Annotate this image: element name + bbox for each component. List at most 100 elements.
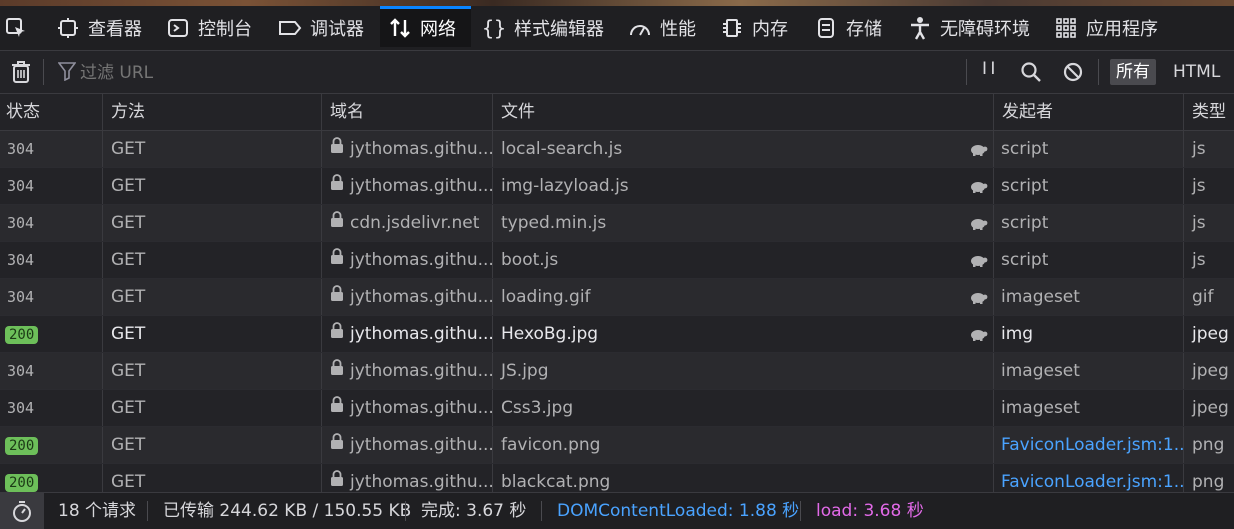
- initiator-cell: script: [994, 205, 1184, 241]
- domain-cell: jythomas.githu...: [322, 390, 493, 426]
- domain-cell: jythomas.githu...: [322, 353, 493, 389]
- domain-text: jythomas.githu...: [350, 324, 493, 344]
- turtle-icon: [968, 289, 988, 310]
- lock-icon: [330, 316, 344, 352]
- file-cell: boot.js: [493, 242, 994, 278]
- column-header-initiator[interactable]: 发起者: [994, 94, 1184, 130]
- tab-application-label: 应用程序: [1086, 19, 1158, 40]
- status-cell: 304: [0, 279, 103, 315]
- domain-text: jythomas.githu...: [350, 139, 493, 159]
- request-row[interactable]: 304 GET cdn.jsdelivr.net typed.min.js script…: [0, 205, 1234, 242]
- domain-text: jythomas.githu...: [350, 287, 493, 307]
- domain-cell: jythomas.githu...: [322, 316, 493, 352]
- column-header-file[interactable]: 文件: [493, 94, 994, 130]
- search-button[interactable]: [1020, 61, 1042, 88]
- lock-icon: [330, 205, 344, 241]
- pause-icon: I I: [982, 59, 995, 79]
- status-cell: 304: [0, 390, 103, 426]
- type-cell: jpeg: [1192, 324, 1229, 344]
- type-cell: gif: [1192, 287, 1214, 307]
- type-cell: js: [1192, 176, 1206, 196]
- file-cell: Css3.jpg: [493, 390, 994, 426]
- method-cell: GET: [103, 427, 322, 463]
- tab-style-editor-label: 样式编辑器: [514, 19, 604, 40]
- tab-performance-label: 性能: [660, 19, 696, 40]
- filter-all-button[interactable]: 所有: [1110, 59, 1156, 85]
- request-row[interactable]: 200 GET jythomas.githu... HexoBg.jpg img jpeg: [0, 316, 1234, 353]
- type-cell: jpeg: [1192, 398, 1229, 418]
- dom-content-loaded-time: DOMContentLoaded: 1.88 秒: [557, 501, 800, 521]
- type-cell: jpeg: [1192, 361, 1229, 381]
- requests-table-header: 状态 方法 域名 文件 发起者 类型: [0, 94, 1234, 131]
- transferred-size: 已传输 244.62 KB / 150.55 KB: [163, 501, 412, 521]
- initiator-cell: img: [994, 316, 1184, 352]
- request-row[interactable]: 304 GET jythomas.githu... local-search.js sc…: [0, 131, 1234, 168]
- tab-debugger[interactable]: 调试器: [278, 6, 364, 50]
- request-row[interactable]: 200 GET jythomas.githu... favicon.png Favico…: [0, 427, 1234, 464]
- status-cell: 304: [0, 242, 103, 278]
- turtle-icon: [968, 326, 988, 347]
- tab-application[interactable]: 应用程序: [1054, 6, 1158, 50]
- initiator-cell[interactable]: FaviconLoader.jsm:1...: [994, 427, 1184, 463]
- tab-inspector[interactable]: 查看器: [56, 6, 142, 50]
- lock-icon: [330, 427, 344, 463]
- domain-text: jythomas.githu...: [350, 435, 493, 455]
- block-button[interactable]: [1062, 61, 1084, 88]
- request-row[interactable]: 304 GET jythomas.githu... loading.gif images…: [0, 279, 1234, 316]
- pause-button[interactable]: I I: [982, 59, 995, 79]
- request-row[interactable]: 304 GET jythomas.githu... img-lazyload.js sc…: [0, 168, 1234, 205]
- column-header-type[interactable]: 类型: [1184, 94, 1234, 130]
- filter-url-input[interactable]: [78, 59, 952, 87]
- console-icon: [166, 16, 190, 40]
- tab-console[interactable]: 控制台: [166, 6, 252, 50]
- method-cell: GET: [103, 353, 322, 389]
- tab-accessibility[interactable]: 无障碍环境: [908, 6, 1030, 50]
- statusbar-divider: [405, 501, 406, 521]
- request-count: 18 个请求: [58, 501, 137, 521]
- tab-storage-label: 存储: [846, 19, 882, 40]
- status-cell: 200: [0, 427, 103, 463]
- column-header-method[interactable]: 方法: [103, 94, 322, 130]
- request-row[interactable]: 304 GET jythomas.githu... JS.jpg imageset jpe…: [0, 353, 1234, 390]
- file-name: img-lazyload.js: [501, 176, 629, 196]
- method-cell: GET: [103, 131, 322, 167]
- turtle-icon: [968, 141, 988, 162]
- inspector-icon: [56, 16, 80, 40]
- type-cell: js: [1192, 139, 1206, 159]
- network-icon: [388, 16, 412, 40]
- toolbar-divider: [43, 59, 44, 85]
- initiator-cell: script: [994, 131, 1184, 167]
- request-row[interactable]: 304 GET jythomas.githu... boot.js script js: [0, 242, 1234, 279]
- tab-storage[interactable]: 存储: [814, 6, 882, 50]
- file-name: JS.jpg: [501, 361, 549, 381]
- performance-analysis-button[interactable]: [0, 493, 44, 529]
- element-picker-button[interactable]: [4, 6, 40, 50]
- tab-performance[interactable]: 性能: [628, 6, 696, 50]
- turtle-icon: [968, 252, 988, 273]
- finish-time: 完成: 3.67 秒: [421, 501, 527, 521]
- tab-memory-label: 内存: [752, 19, 788, 40]
- block-icon: [1062, 62, 1084, 88]
- initiator-cell: script: [994, 168, 1184, 204]
- clear-button[interactable]: [10, 60, 32, 89]
- file-name: favicon.png: [501, 435, 601, 455]
- column-header-domain[interactable]: 域名: [322, 94, 493, 130]
- domain-text: cdn.jsdelivr.net: [350, 213, 480, 233]
- file-cell: typed.min.js: [493, 205, 994, 241]
- debugger-icon: [278, 16, 302, 40]
- file-cell: JS.jpg: [493, 353, 994, 389]
- tab-style-editor[interactable]: {} 样式编辑器: [482, 6, 604, 50]
- file-cell: HexoBg.jpg: [493, 316, 994, 352]
- filter-icon: [57, 61, 77, 86]
- statusbar-divider: [541, 501, 542, 521]
- initiator-cell: script: [994, 242, 1184, 278]
- type-cell: js: [1192, 250, 1206, 270]
- request-row[interactable]: 304 GET jythomas.githu... Css3.jpg imageset j…: [0, 390, 1234, 427]
- domain-cell: jythomas.githu...: [322, 279, 493, 315]
- tab-memory[interactable]: 内存: [720, 6, 788, 50]
- network-toolbar: I I 所有 HTML: [0, 51, 1234, 94]
- filter-html-button[interactable]: HTML: [1173, 59, 1220, 85]
- trash-icon: [10, 61, 32, 89]
- tab-network[interactable]: 网络: [380, 6, 471, 47]
- column-header-status[interactable]: 状态: [0, 94, 103, 130]
